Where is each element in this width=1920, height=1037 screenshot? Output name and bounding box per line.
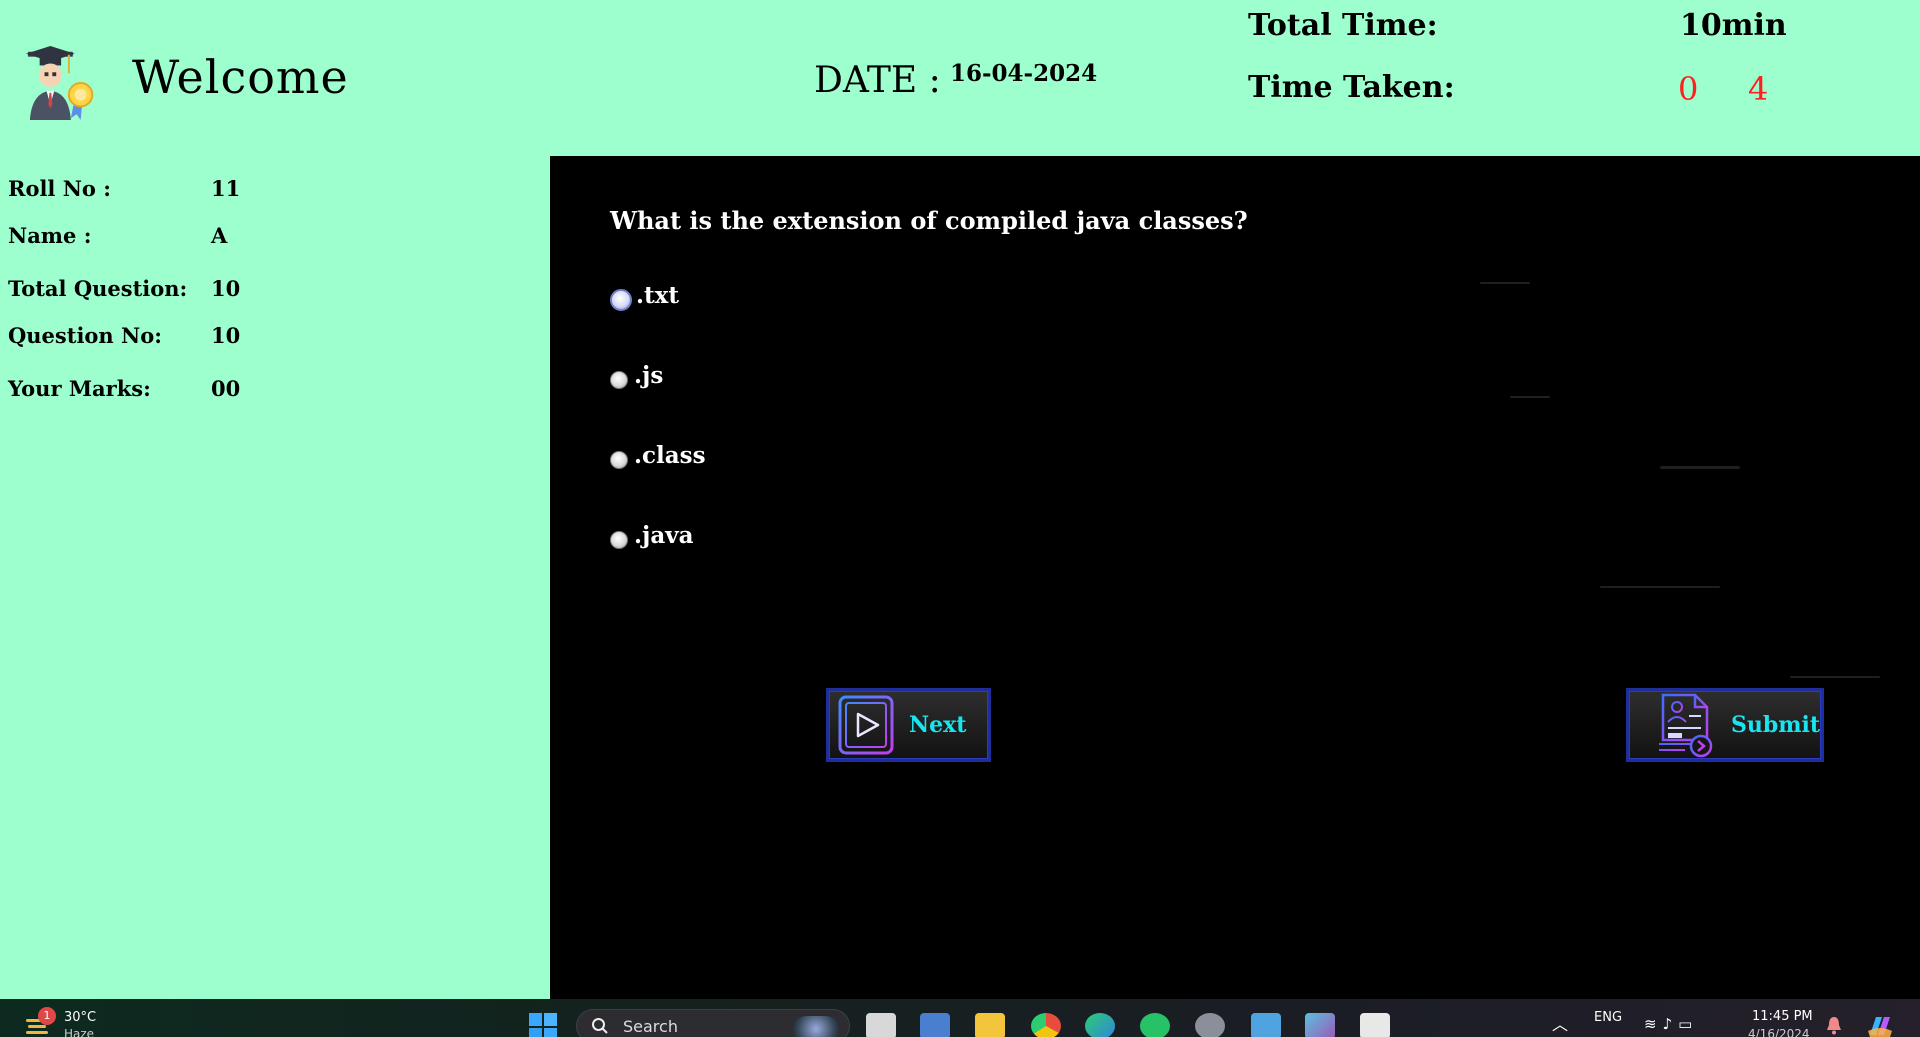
time-taken-minutes: 0 xyxy=(1678,70,1699,108)
option-class[interactable]: .class xyxy=(610,438,706,472)
copilot-icon[interactable] xyxy=(1866,1013,1894,1037)
wifi-volume-battery-icons[interactable]: ≋♪▭ xyxy=(1644,1015,1698,1033)
question-panel: What is the extension of compiled java c… xyxy=(550,156,1920,999)
total-question-value: 10 xyxy=(211,276,241,301)
language-indicator[interactable]: ENG xyxy=(1594,1010,1622,1025)
next-label: Next xyxy=(909,712,967,738)
task-view-icon[interactable] xyxy=(866,1013,896,1037)
welcome-title: Welcome xyxy=(132,50,349,104)
background-texture xyxy=(1790,676,1880,678)
option-js[interactable]: .js xyxy=(610,358,663,392)
header: Welcome DATE : 16-04-2024 Total Time: 10… xyxy=(0,0,1920,156)
student-info-panel: Roll No : 11 Name : A Total Question: 10… xyxy=(0,156,550,999)
option-label: .js xyxy=(634,361,664,389)
date-label: DATE : xyxy=(814,60,941,101)
next-button[interactable]: Next xyxy=(826,688,991,762)
whatsapp-icon[interactable] xyxy=(1140,1013,1170,1037)
notification-bell-icon[interactable] xyxy=(1826,1015,1842,1035)
clock-time[interactable]: 11:45 PM xyxy=(1752,1009,1813,1024)
option-radio[interactable] xyxy=(610,289,632,311)
name-label: Name : xyxy=(8,223,92,248)
document-submit-icon xyxy=(1659,693,1713,758)
notification-badge: 1 xyxy=(38,1007,56,1025)
notepad-icon[interactable] xyxy=(1251,1013,1281,1037)
option-label: .class xyxy=(634,441,706,469)
total-question-label: Total Question: xyxy=(8,276,188,301)
option-radio[interactable] xyxy=(610,371,628,389)
file-explorer-icon[interactable] xyxy=(975,1013,1005,1037)
option-label: .java xyxy=(634,521,694,549)
name-value: A xyxy=(211,223,228,248)
submit-button[interactable]: Submit xyxy=(1626,688,1824,762)
total-time-value: 10min xyxy=(1680,8,1787,43)
edge-icon[interactable] xyxy=(1085,1013,1115,1037)
option-label: .txt xyxy=(636,281,679,309)
search-placeholder: Search xyxy=(623,1017,678,1036)
microsoft-store-icon[interactable] xyxy=(920,1013,950,1037)
option-java[interactable]: .java xyxy=(610,518,694,552)
chrome-icon[interactable] xyxy=(1031,1013,1061,1037)
clock-date[interactable]: 4/16/2024 xyxy=(1748,1027,1810,1037)
weather-temperature[interactable]: 30°C xyxy=(64,1010,96,1025)
graduate-student-icon xyxy=(26,45,94,121)
time-taken-seconds: 4 xyxy=(1748,70,1769,108)
windows-start-icon[interactable] xyxy=(528,1012,558,1037)
chevron-up-icon[interactable]: ︿ xyxy=(1552,1011,1568,1035)
option-radio[interactable] xyxy=(610,451,628,469)
taskbar: 1 30°C Haze Search ︿ ENG ≋♪▭ 11:45 PM 4/… xyxy=(0,999,1920,1037)
date-value: 16-04-2024 xyxy=(950,60,1098,87)
time-taken-label: Time Taken: xyxy=(1248,70,1455,105)
question-no-label: Question No: xyxy=(8,323,162,348)
background-texture xyxy=(1660,466,1740,469)
taskbar-search[interactable]: Search xyxy=(576,1009,850,1037)
roll-no-label: Roll No : xyxy=(8,176,111,201)
weather-condition[interactable]: Haze xyxy=(64,1027,94,1037)
question-text: What is the extension of compiled java c… xyxy=(610,206,1248,235)
submit-label: Submit xyxy=(1731,712,1821,738)
total-time-label: Total Time: xyxy=(1248,8,1438,43)
background-texture xyxy=(1600,586,1720,588)
search-highlight-image xyxy=(793,1016,839,1037)
app-cube-icon[interactable] xyxy=(1305,1013,1335,1037)
background-texture xyxy=(1510,396,1550,398)
roll-no-value: 11 xyxy=(211,176,241,201)
java-app-icon[interactable] xyxy=(1360,1013,1390,1037)
background-texture xyxy=(1480,282,1530,284)
settings-icon[interactable] xyxy=(1195,1013,1225,1037)
your-marks-value: 00 xyxy=(211,376,241,401)
option-txt[interactable]: .txt xyxy=(610,278,679,312)
search-icon xyxy=(592,1018,608,1034)
your-marks-label: Your Marks: xyxy=(8,376,151,401)
option-radio[interactable] xyxy=(610,531,628,549)
question-no-value: 10 xyxy=(211,323,241,348)
play-icon xyxy=(838,695,894,755)
